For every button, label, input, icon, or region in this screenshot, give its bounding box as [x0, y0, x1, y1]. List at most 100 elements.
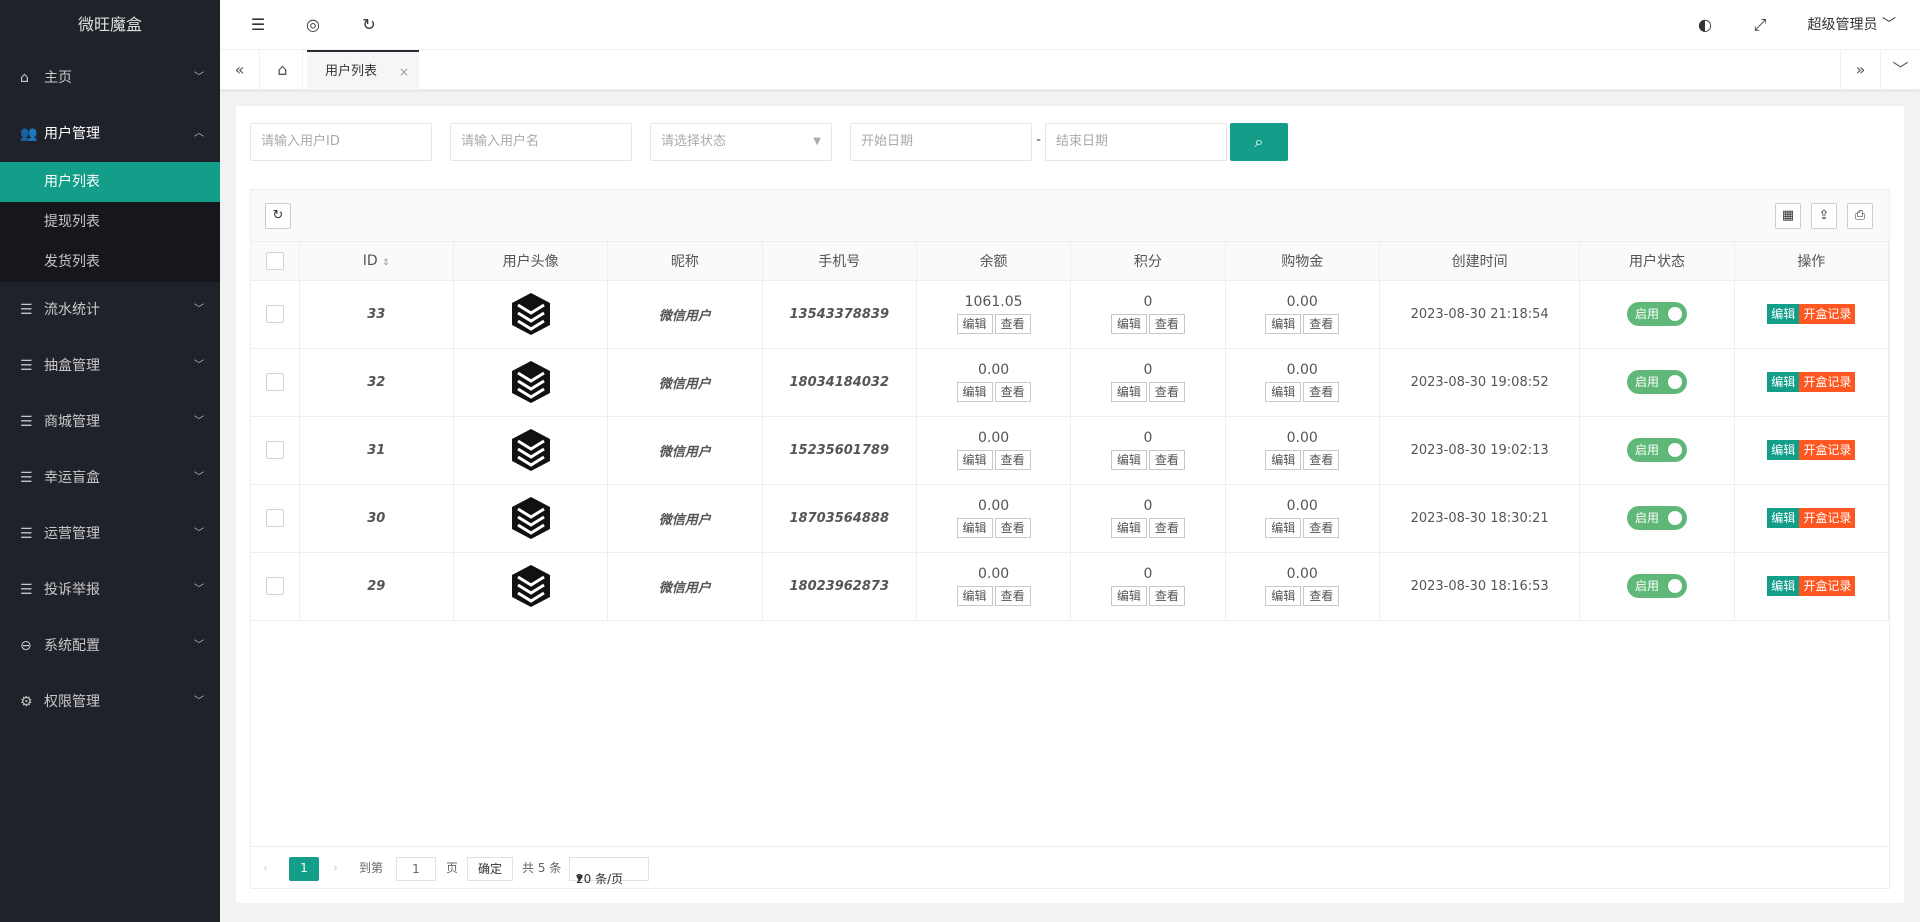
view-button[interactable]: 查看: [1303, 518, 1340, 538]
menu-toggle-icon[interactable]: ☰: [243, 0, 273, 50]
row-checkbox[interactable]: [265, 577, 284, 595]
view-button[interactable]: 查看: [994, 314, 1031, 334]
sidebar-item-lucky-box[interactable]: ☰ 幸运盲盒 ﹀: [0, 450, 220, 506]
refresh-icon[interactable]: ↻: [354, 0, 384, 50]
view-button[interactable]: 查看: [994, 518, 1031, 538]
sidebar-item-shipping-list[interactable]: 发货列表: [0, 242, 220, 282]
view-button[interactable]: 查看: [1148, 586, 1185, 606]
view-button[interactable]: 查看: [1303, 586, 1340, 606]
sidebar-item-complaints[interactable]: ☰ 投诉举报 ﹀: [0, 562, 220, 618]
column-header-id[interactable]: ID ⇕: [299, 242, 454, 281]
edit-button[interactable]: 编辑: [956, 586, 993, 606]
sidebar-item-system-config[interactable]: ⊖ 系统配置 ﹀: [0, 618, 220, 674]
tab-user-list[interactable]: 用户列表 ×: [307, 50, 419, 90]
view-button[interactable]: 查看: [1148, 382, 1185, 402]
tab-menu-chevron-icon[interactable]: ﹀: [1880, 50, 1920, 90]
sidebar-item-label: 权限管理: [44, 694, 100, 710]
view-button[interactable]: 查看: [1303, 314, 1340, 334]
view-button[interactable]: 查看: [994, 382, 1031, 402]
box-record-button[interactable]: 开盒记录: [1799, 440, 1856, 460]
sidebar-item-withdraw-list[interactable]: 提现列表: [0, 202, 220, 242]
columns-filter-icon[interactable]: ▦: [1775, 203, 1801, 229]
edit-button[interactable]: 编辑: [1265, 314, 1302, 334]
edit-user-button[interactable]: 编辑: [1767, 440, 1800, 460]
table-toolbar: ↻ ▦ ⇪ ⎙: [251, 190, 1889, 242]
globe-icon[interactable]: ◎: [298, 0, 328, 50]
select-all-checkbox[interactable]: [265, 251, 284, 270]
edit-button[interactable]: 编辑: [1265, 450, 1302, 470]
points-value: 0: [1143, 430, 1153, 446]
edit-button[interactable]: 编辑: [1265, 586, 1302, 606]
sidebar-item-home[interactable]: ⌂ 主页 ﹀: [0, 50, 220, 106]
edit-button[interactable]: 编辑: [956, 314, 993, 334]
user-menu[interactable]: 超级管理员 ﹀: [1808, 0, 1896, 50]
username-input[interactable]: 请输入用户名: [450, 123, 632, 161]
edit-button[interactable]: 编辑: [1110, 314, 1147, 334]
print-icon[interactable]: ⎙: [1847, 203, 1873, 229]
status-toggle[interactable]: 启用: [1626, 574, 1687, 598]
box-record-button[interactable]: 开盒记录: [1799, 576, 1856, 596]
user-id-input[interactable]: 请输入用户ID: [250, 123, 432, 161]
edit-button[interactable]: 编辑: [956, 518, 993, 538]
prev-page-icon[interactable]: ‹: [263, 857, 268, 879]
sidebar-item-box-management[interactable]: ☰ 抽盒管理 ﹀: [0, 338, 220, 394]
box-record-button[interactable]: 开盒记录: [1799, 304, 1856, 324]
edit-user-button[interactable]: 编辑: [1767, 576, 1800, 596]
export-icon[interactable]: ⇪: [1811, 203, 1837, 229]
end-date-input[interactable]: 结束日期: [1045, 123, 1227, 161]
edit-button[interactable]: 编辑: [1110, 450, 1147, 470]
sidebar-item-operations[interactable]: ☰ 运营管理 ﹀: [0, 506, 220, 562]
box-record-button[interactable]: 开盒记录: [1799, 508, 1856, 528]
view-button[interactable]: 查看: [994, 586, 1031, 606]
edit-button[interactable]: 编辑: [1265, 518, 1302, 538]
edit-button[interactable]: 编辑: [1110, 382, 1147, 402]
row-checkbox[interactable]: [265, 509, 284, 527]
row-checkbox[interactable]: [265, 373, 284, 391]
sidebar-item-flow-stats[interactable]: ☰ 流水统计 ﹀: [0, 282, 220, 338]
status-toggle[interactable]: 启用: [1626, 370, 1687, 394]
close-icon[interactable]: ×: [399, 52, 409, 92]
column-header-nickname: 昵称: [607, 242, 763, 281]
fullscreen-icon[interactable]: ⤢: [1745, 0, 1775, 50]
home-tab-icon[interactable]: ⌂: [263, 50, 303, 90]
view-button[interactable]: 查看: [1148, 450, 1185, 470]
row-checkbox[interactable]: [265, 441, 284, 459]
sidebar-item-user-management[interactable]: 👥 用户管理 ︿: [0, 106, 220, 162]
edit-button[interactable]: 编辑: [956, 382, 993, 402]
status-toggle[interactable]: 启用: [1626, 506, 1687, 530]
edit-button[interactable]: 编辑: [1265, 382, 1302, 402]
goto-page-input[interactable]: 1: [396, 857, 436, 881]
edit-button[interactable]: 编辑: [1110, 586, 1147, 606]
view-button[interactable]: 查看: [1148, 518, 1185, 538]
row-checkbox[interactable]: [265, 305, 284, 323]
view-button[interactable]: 查看: [1303, 382, 1340, 402]
status-toggle[interactable]: 启用: [1626, 438, 1687, 462]
edit-user-button[interactable]: 编辑: [1767, 304, 1800, 324]
edit-user-button[interactable]: 编辑: [1767, 508, 1800, 528]
tab-scroll-right-icon[interactable]: »: [1840, 50, 1880, 90]
search-button[interactable]: ⌕: [1230, 123, 1288, 161]
status-select[interactable]: 请选择状态 ▼: [650, 123, 832, 161]
view-button[interactable]: 查看: [994, 450, 1031, 470]
start-date-input[interactable]: 开始日期: [850, 123, 1032, 161]
view-button[interactable]: 查看: [1148, 314, 1185, 334]
goto-confirm-button[interactable]: 确定: [467, 857, 514, 881]
tab-scroll-left-icon[interactable]: «: [220, 50, 260, 90]
status-toggle[interactable]: 启用: [1626, 302, 1687, 326]
sidebar-item-user-list[interactable]: 用户列表: [0, 162, 220, 202]
edit-button[interactable]: 编辑: [1110, 518, 1147, 538]
sidebar-item-mall-management[interactable]: ☰ 商城管理 ﹀: [0, 394, 220, 450]
box-record-button[interactable]: 开盒记录: [1799, 372, 1856, 392]
edit-user-button[interactable]: 编辑: [1767, 372, 1800, 392]
edit-button[interactable]: 编辑: [956, 450, 993, 470]
sort-icon[interactable]: ⇕: [382, 258, 390, 268]
status-cell: 启用: [1579, 280, 1735, 349]
refresh-table-icon[interactable]: ↻: [265, 203, 291, 229]
next-page-icon[interactable]: ›: [333, 857, 338, 879]
page-1-button[interactable]: 1: [289, 857, 319, 881]
sidebar-item-permissions[interactable]: ⚙ 权限管理 ﹀: [0, 674, 220, 730]
view-button[interactable]: 查看: [1303, 450, 1340, 470]
column-header-points: 积分: [1070, 242, 1226, 281]
page-size-select[interactable]: 20 条/页 ▼: [569, 857, 649, 886]
theme-icon[interactable]: ◐: [1690, 0, 1720, 50]
